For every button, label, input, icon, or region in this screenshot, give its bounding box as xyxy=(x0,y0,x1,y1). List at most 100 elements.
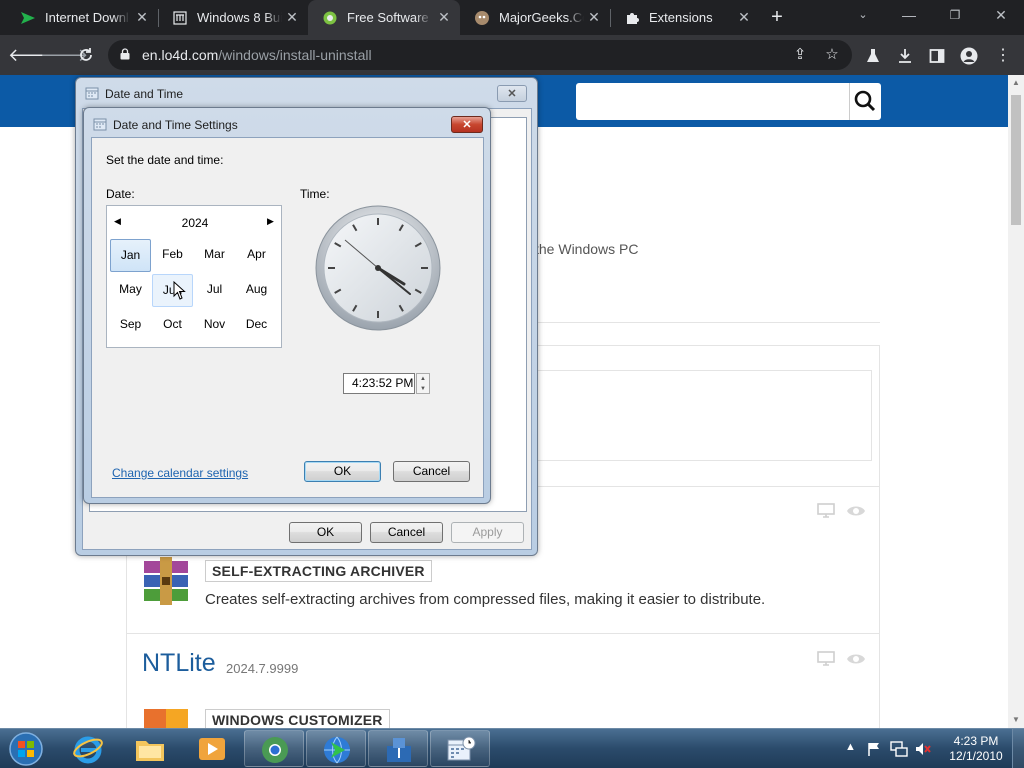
media-player-icon xyxy=(199,738,225,760)
dialog-client-area: Set the date and time: Date: Time: ◀ 202… xyxy=(91,137,484,498)
idm-icon xyxy=(20,10,36,26)
folder-icon xyxy=(136,741,164,761)
scroll-down-arrow-icon[interactable]: ▼ xyxy=(1012,715,1020,724)
show-hidden-icons-arrow-icon[interactable]: ▲ xyxy=(845,741,856,753)
close-icon[interactable]: ✕ xyxy=(284,9,300,25)
dialog-title: Date and Time xyxy=(105,87,184,101)
url-host: en.lo4d.com xyxy=(142,47,219,63)
scroll-thumb[interactable] xyxy=(1011,95,1021,225)
calendar-year[interactable]: 2024 xyxy=(107,216,283,230)
puzzle-icon xyxy=(624,10,640,26)
apply-button[interactable]: Apply xyxy=(451,522,524,543)
close-icon[interactable]: ✕ xyxy=(736,9,752,25)
time-input[interactable]: 4:23:52 PM xyxy=(343,373,415,394)
cancel-button[interactable]: Cancel xyxy=(393,461,470,482)
month-aug[interactable]: Aug xyxy=(236,274,277,307)
month-jul[interactable]: Jul xyxy=(194,274,235,307)
forward-button[interactable]: 🡒 xyxy=(40,41,88,69)
tab-label: Windows 8 Build xyxy=(197,10,282,25)
show-desktop-button[interactable] xyxy=(1012,729,1024,768)
date-time-taskbar-button[interactable] xyxy=(430,730,490,767)
internet-download-manager-taskbar-button[interactable] xyxy=(306,730,366,767)
tab-label: Free Software Downloads xyxy=(347,10,432,25)
page-lead-text: the Windows PC xyxy=(535,241,639,257)
spin-down-arrow-icon[interactable]: ▼ xyxy=(417,384,429,394)
installer-taskbar-button[interactable] xyxy=(368,730,428,767)
scroll-up-arrow-icon[interactable]: ▲ xyxy=(1012,78,1020,87)
search-icon xyxy=(854,90,876,112)
network-icon[interactable] xyxy=(890,740,908,758)
clock-time: 4:23 PM xyxy=(953,734,999,748)
close-icon[interactable]: ✕ xyxy=(436,9,452,25)
month-feb[interactable]: Feb xyxy=(152,239,193,272)
reload-button[interactable] xyxy=(72,41,100,69)
profile-avatar-icon[interactable] xyxy=(958,45,980,67)
minimize-button[interactable]: — xyxy=(886,0,932,32)
close-icon[interactable]: ✕ xyxy=(134,9,150,25)
restore-button[interactable]: ❐ xyxy=(932,0,978,32)
back-button[interactable]: 🡐 xyxy=(8,41,56,69)
menu-kebab-icon[interactable]: ⋮ xyxy=(992,45,1014,67)
month-mar[interactable]: Mar xyxy=(194,239,235,272)
bookmark-star-icon[interactable]: ☆ xyxy=(822,45,842,65)
internet-explorer-taskbar-button[interactable] xyxy=(58,730,118,767)
tab-free-software-downloads[interactable]: Free Software Downloads ✕ xyxy=(308,0,460,35)
software-title-link[interactable]: NTLite xyxy=(142,649,216,678)
installer-icon xyxy=(387,738,411,762)
tab-label: MajorGeeks.Com xyxy=(499,10,584,25)
software-description: Creates self-extracting archives from co… xyxy=(205,591,766,608)
change-calendar-settings-link[interactable]: Change calendar settings xyxy=(112,466,248,480)
month-apr[interactable]: Apr xyxy=(236,239,277,272)
spin-up-arrow-icon[interactable]: ▲ xyxy=(417,374,429,384)
tab-internet-download-manager[interactable]: Internet Download Manager ✕ xyxy=(6,0,158,35)
close-button[interactable]: ✕ xyxy=(497,85,527,102)
close-window-button[interactable]: ✕ xyxy=(978,0,1024,32)
month-dec[interactable]: Dec xyxy=(236,309,277,342)
chrome-taskbar-button[interactable] xyxy=(244,730,304,767)
time-spinner[interactable]: ▲ ▼ xyxy=(416,373,430,394)
month-sep[interactable]: Sep xyxy=(110,309,151,342)
share-icon[interactable]: ⇪ xyxy=(790,45,810,65)
new-tab-button[interactable]: + xyxy=(766,6,788,28)
month-calendar[interactable]: ◀ 2024 ▶ Jan Feb Mar Apr May Jun Jul Aug… xyxy=(106,205,282,348)
category-badge[interactable]: WINDOWS CUSTOMIZER xyxy=(205,709,390,728)
page-scrollbar[interactable]: ▲ ▼ xyxy=(1008,75,1024,728)
monitor-icon xyxy=(817,651,835,666)
site-search-input[interactable] xyxy=(576,83,881,120)
ok-button[interactable]: OK xyxy=(304,461,381,482)
labs-flask-icon[interactable] xyxy=(862,45,884,67)
ok-button[interactable]: OK xyxy=(289,522,362,543)
internet-explorer-icon xyxy=(73,736,103,764)
close-button[interactable]: ✕ xyxy=(451,116,483,133)
search-button[interactable] xyxy=(849,83,881,120)
cancel-button[interactable]: Cancel xyxy=(370,522,443,543)
address-bar[interactable]: en.lo4d.com/windows/install-uninstall ⇪ … xyxy=(108,40,852,70)
month-oct[interactable]: Oct xyxy=(152,309,193,342)
clock-date: 12/1/2010 xyxy=(949,749,1003,763)
url-path: /windows/install-uninstall xyxy=(218,47,372,63)
side-panel-icon[interactable] xyxy=(926,45,948,67)
close-icon[interactable]: ✕ xyxy=(586,9,602,25)
start-orb-icon[interactable] xyxy=(4,731,48,767)
explorer-taskbar-button[interactable] xyxy=(120,730,180,767)
month-nov[interactable]: Nov xyxy=(194,309,235,342)
download-icon[interactable] xyxy=(894,45,916,67)
month-jan[interactable]: Jan xyxy=(110,239,151,272)
tab-search-chevron-icon[interactable]: ⌄ xyxy=(840,0,886,32)
time-label: Time: xyxy=(300,187,330,201)
tab-label: Internet Download Manager xyxy=(45,10,130,25)
media-player-taskbar-button[interactable] xyxy=(182,730,242,767)
tab-extensions[interactable]: Extensions ✕ xyxy=(610,0,760,35)
system-clock[interactable]: 4:23 PM 12/1/2010 xyxy=(944,734,1008,764)
winrar-icon xyxy=(144,557,188,605)
dialog-title: Date and Time Settings xyxy=(113,118,238,132)
volume-muted-icon[interactable] xyxy=(914,740,932,758)
action-center-flag-icon[interactable] xyxy=(866,741,882,757)
month-may[interactable]: May xyxy=(110,274,151,307)
category-badge[interactable]: SELF-EXTRACTING ARCHIVER xyxy=(205,560,432,582)
next-year-arrow-icon[interactable]: ▶ xyxy=(267,216,274,227)
tab-majorgeeks[interactable]: MajorGeeks.Com ✕ xyxy=(460,0,610,35)
tab-windows-8-build[interactable]: Windows 8 Build ✕ xyxy=(158,0,308,35)
calendar-clock-icon xyxy=(93,118,107,131)
reload-icon xyxy=(80,48,92,61)
